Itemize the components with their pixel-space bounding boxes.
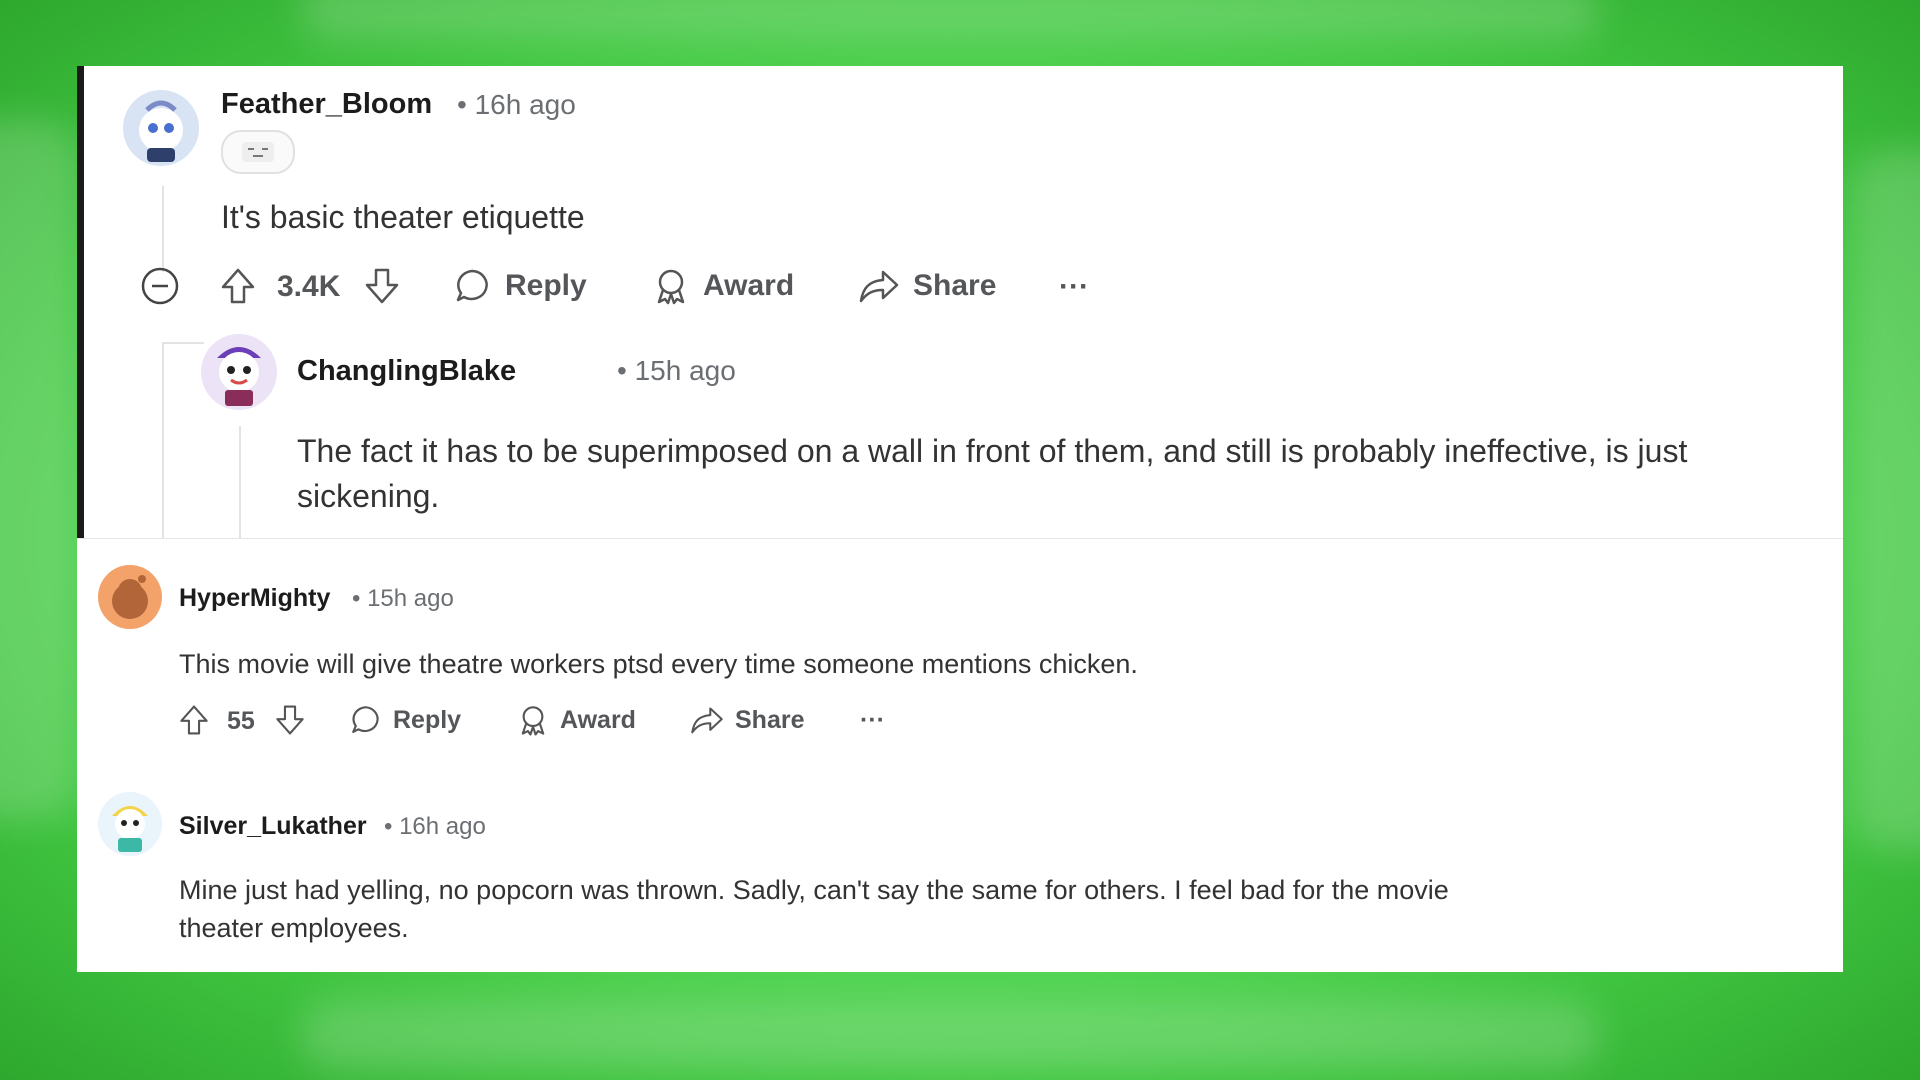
award-icon [657, 269, 685, 305]
downvote-button[interactable] [274, 703, 306, 737]
thread-line[interactable] [162, 186, 164, 272]
thread-line[interactable] [239, 426, 241, 538]
avatar[interactable] [98, 565, 162, 629]
vote-score: 55 [227, 707, 255, 735]
award-icon [521, 706, 545, 736]
comment-body: It's basic theater etiquette [221, 199, 585, 235]
award-label: Award [703, 269, 795, 302]
reply-label: Reply [393, 705, 462, 734]
award-button[interactable]: Award [516, 703, 636, 737]
award-button[interactable]: Award [651, 266, 794, 306]
share-label: Share [735, 705, 805, 734]
reply-button[interactable]: Reply [349, 703, 461, 737]
thread-divider [77, 538, 1843, 539]
reply-button[interactable]: Reply [453, 266, 587, 306]
vote-score: 3.4K [277, 270, 341, 303]
share-label: Share [913, 269, 997, 302]
snoo-avatar-icon [217, 347, 261, 406]
collapse-button[interactable] [140, 266, 180, 306]
reply-bubble-icon [456, 269, 488, 302]
snoo-avatar-icon [139, 100, 183, 162]
default-avatar-icon [112, 575, 148, 619]
award-label: Award [560, 705, 636, 734]
username[interactable]: Silver_Lukather [179, 812, 367, 841]
more-options-button[interactable]: ··· [1059, 270, 1089, 304]
avatar[interactable] [123, 90, 199, 166]
avatar[interactable] [98, 792, 162, 856]
comment-body: Mine just had yelling, no popcorn was th… [179, 875, 1449, 943]
share-button[interactable]: Share [857, 266, 996, 306]
timestamp[interactable]: • 15h ago [617, 355, 736, 387]
flair-emoji-icon [242, 142, 274, 162]
reply-label: Reply [505, 269, 587, 302]
reply-connector [162, 342, 204, 344]
share-arrow-icon [691, 707, 723, 734]
collapse-icon [141, 267, 179, 305]
username[interactable]: HyperMighty [179, 584, 330, 613]
reply-bubble-icon [352, 706, 379, 733]
comment-body: This movie will give theatre workers pts… [179, 649, 1138, 679]
focused-thread-bar [77, 66, 84, 538]
more-options-button[interactable]: ··· [860, 706, 885, 735]
timestamp[interactable]: • 16h ago [457, 89, 576, 121]
timestamp[interactable]: • 15h ago [352, 585, 454, 613]
upvote-button[interactable] [178, 703, 210, 737]
user-flair [221, 130, 295, 174]
comment-body: The fact it has to be superimposed on a … [297, 433, 1688, 514]
upvote-arrow-icon [221, 268, 255, 304]
upvote-arrow-icon [180, 705, 208, 735]
share-button[interactable]: Share [689, 703, 804, 737]
thread-line[interactable] [162, 342, 164, 538]
share-arrow-icon [859, 270, 899, 303]
comment-thread-panel: Feather_Bloom • 16h ago It's basic theat… [77, 66, 1843, 972]
upvote-button[interactable] [219, 266, 257, 306]
downvote-arrow-icon [276, 705, 304, 735]
downvote-arrow-icon [365, 268, 399, 304]
downvote-button[interactable] [363, 266, 401, 306]
snoo-avatar-icon [112, 806, 148, 852]
timestamp[interactable]: • 16h ago [384, 813, 486, 841]
username[interactable]: Feather_Bloom [221, 88, 432, 121]
avatar[interactable] [201, 334, 277, 410]
username[interactable]: ChanglingBlake [297, 355, 516, 388]
